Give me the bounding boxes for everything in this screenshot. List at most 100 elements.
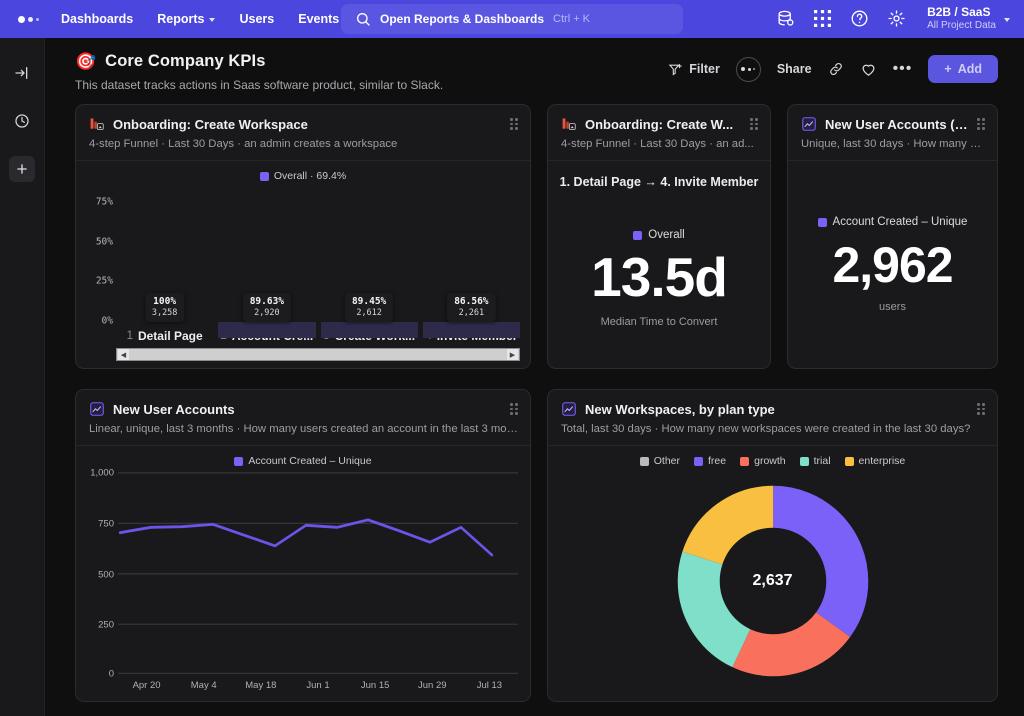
card-title: New User Accounts (las... [825, 116, 969, 132]
card-drag-handle[interactable] [510, 118, 518, 130]
clock-icon [15, 114, 29, 128]
donut-chart[interactable]: 2,637 [675, 483, 871, 679]
funnel-legend: Overall · 69.4% [76, 161, 530, 182]
card-title: New User Accounts [113, 401, 235, 417]
target-emoji-icon: 🎯 [75, 52, 97, 71]
legend-item-account-created[interactable]: Account Created – Unique [234, 455, 372, 467]
legend-item-trial[interactable]: trial [799, 455, 831, 467]
line-chart-icon [562, 402, 576, 416]
card-title: Onboarding: Create Workspace [113, 116, 308, 132]
metric-legend: Account Created – Unique [817, 216, 968, 228]
share-label: Share [776, 62, 812, 76]
card-new-workspaces-by-plan[interactable]: New Workspaces, by plan type Total, last… [547, 389, 998, 702]
nav-link-dashboards[interactable]: Dashboards [61, 12, 133, 26]
metric-value: 13.5d [591, 246, 728, 308]
legend-swatch [817, 217, 827, 227]
y-tick: 750 [98, 518, 114, 530]
card-subtitle: Linear, unique, last 3 months · How many… [89, 423, 518, 435]
card-drag-handle[interactable] [750, 118, 758, 130]
legend-item-free[interactable]: free [694, 455, 726, 467]
link-icon [829, 62, 842, 76]
filter-button[interactable]: Filter [668, 62, 720, 77]
line-series-plot[interactable] [118, 469, 518, 676]
page-description: This dataset tracks actions in Saas soft… [75, 78, 444, 92]
funnel-chart-icon [562, 118, 576, 130]
project-name: B2B / SaaS [927, 5, 991, 20]
line-chart-svg [118, 472, 518, 675]
tooltip-percent: 86.56% [454, 296, 489, 307]
legend-item-other[interactable]: Other [639, 455, 680, 467]
new-users-metric: Account Created – Unique 2,962 users [788, 161, 997, 368]
legend-item-overall[interactable]: Overall · 69.4% [259, 170, 346, 182]
project-selector[interactable]: B2B / SaaS All Project Data [927, 6, 1010, 31]
new-item-button[interactable] [9, 156, 35, 182]
line-plot-area: 1,000 750 500 250 0 [76, 467, 530, 680]
funnel-tooltip-3: 89.45% 2,612 [344, 293, 394, 322]
share-button[interactable]: Share [777, 62, 812, 76]
card-body: Overall · 69.4% 75% 50% 25% 0% 100% 3,25… [76, 161, 530, 368]
card-drag-handle[interactable] [510, 403, 518, 415]
favorite-button[interactable] [860, 61, 877, 78]
line-series-path [118, 518, 494, 557]
scroll-left-icon[interactable]: ◀ [118, 349, 129, 360]
donut-legend: Other free growth trial enterprise [548, 446, 997, 467]
card-header: Onboarding: Create W... 4-step Funnel · … [548, 105, 770, 161]
legend-label: enterprise [858, 455, 906, 467]
expand-sidebar-button[interactable] [9, 60, 35, 86]
add-label: Add [957, 62, 982, 76]
primary-nav: Dashboards Reports Users Events [61, 12, 339, 26]
metric-value: 2,962 [832, 237, 953, 293]
tooltip-value: 2,612 [356, 308, 382, 318]
global-search-wrapper: Open Reports & Dashboards Ctrl + K [341, 4, 683, 34]
card-new-user-accounts-line[interactable]: New User Accounts Linear, unique, last 3… [75, 389, 531, 702]
nav-link-reports[interactable]: Reports [157, 12, 216, 26]
add-button[interactable]: + Add [928, 55, 998, 83]
legend-swatch [633, 230, 643, 240]
legend-swatch [259, 171, 269, 181]
help-circle-icon[interactable] [848, 8, 870, 30]
card-drag-handle[interactable] [977, 403, 985, 415]
plus-icon [17, 164, 27, 174]
add-plus-icon: + [944, 62, 952, 76]
dashboard-row-2: New User Accounts Linear, unique, last 3… [75, 389, 998, 702]
donut-svg [677, 485, 868, 677]
more-horizontal-icon[interactable]: ••• [893, 61, 913, 76]
gear-icon[interactable] [885, 8, 907, 30]
filter-icon [668, 63, 682, 76]
search-input[interactable]: Open Reports & Dashboards Ctrl + K [341, 4, 683, 34]
people-circle-icon[interactable] [735, 56, 761, 82]
card-title: New Workspaces, by plan type [585, 401, 775, 417]
step-name: Detail Page [137, 329, 203, 343]
nav-link-users[interactable]: Users [239, 12, 274, 26]
card-drag-handle[interactable] [977, 118, 985, 130]
legend-label: Account Created – Unique [832, 216, 968, 228]
card-new-user-accounts-30d[interactable]: New User Accounts (las... Unique, last 3… [787, 104, 998, 369]
x-tick: Apr 20 [132, 680, 161, 691]
y-tick: 1,000 [90, 467, 114, 479]
legend-label: free [708, 455, 727, 467]
nav-label: Users [239, 12, 275, 26]
legend-label: trial [813, 455, 831, 467]
card-onboarding-funnel[interactable]: Onboarding: Create Workspace 4-step Funn… [75, 104, 531, 369]
x-tick: May 18 [245, 680, 277, 691]
legend-item-enterprise[interactable]: enterprise [844, 455, 906, 467]
nav-link-events[interactable]: Events [298, 12, 339, 26]
y-tick: 0 [108, 668, 114, 680]
donut-slice-enterprise[interactable] [677, 485, 868, 677]
funnel-bars: 100% 3,258 89.63% 2,920 89.45% 2,612 86.… [116, 186, 520, 338]
legend-item-growth[interactable]: growth [740, 455, 786, 467]
y-tick: 25% [95, 275, 113, 287]
line-y-axis: 1,000 750 500 250 0 [82, 467, 118, 680]
legend-swatch [234, 456, 244, 466]
top-right-actions: B2B / SaaS All Project Data [774, 6, 1010, 31]
grid-apps-icon[interactable] [811, 8, 833, 30]
scroll-right-icon[interactable]: ▶ [507, 349, 518, 360]
database-icon[interactable] [774, 8, 796, 30]
brand-dots-logo[interactable] [18, 15, 39, 23]
page-header: 🎯 Core Company KPIs This dataset tracks … [45, 38, 1024, 102]
search-label: Open Reports & Dashboards [380, 12, 545, 26]
card-median-time-to-convert[interactable]: Onboarding: Create W... 4-step Funnel · … [547, 104, 771, 369]
recent-history-button[interactable] [9, 108, 35, 134]
copy-link-button[interactable] [828, 61, 844, 77]
funnel-horizontal-scrollbar[interactable]: ◀ ▶ [116, 348, 520, 361]
